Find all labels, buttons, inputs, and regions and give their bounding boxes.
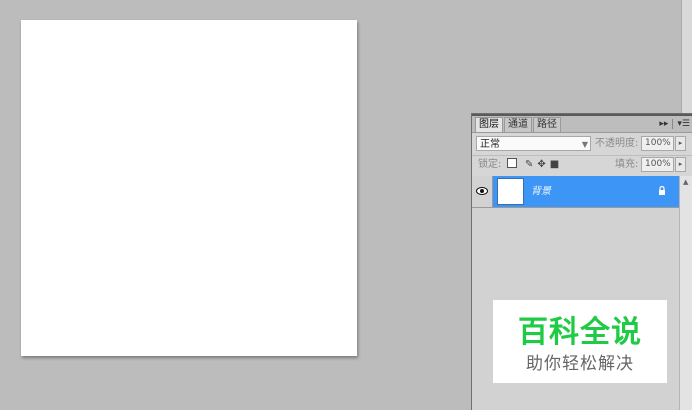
layer-list-scrollbar[interactable]: ▲ <box>679 176 692 410</box>
watermark-logo: 百科全说 助你轻松解决 <box>493 300 667 383</box>
lock-image-brush-icon[interactable]: ✎ <box>525 157 533 172</box>
layer-thumbnail[interactable] <box>497 178 524 205</box>
lock-label: 锁定: <box>478 159 502 170</box>
layer-name[interactable]: 背景 <box>531 176 551 207</box>
lock-transparency-icon[interactable] <box>507 157 521 172</box>
fill-input[interactable]: 100% <box>641 157 674 172</box>
lock-all-icon[interactable]: ■ <box>550 157 559 172</box>
opacity-slider-arrow-icon[interactable]: ▸ <box>675 136 686 151</box>
lock-icon <box>658 185 666 198</box>
blend-mode-value: 正常 <box>480 139 500 150</box>
eye-icon[interactable] <box>472 176 493 207</box>
fill-label: 填充: <box>615 159 639 170</box>
blend-mode-select[interactable]: 正常 ▼ <box>476 136 591 151</box>
tab-paths[interactable]: 路径 <box>533 117 561 132</box>
chevron-down-icon: ▼ <box>581 140 588 149</box>
fill-slider-arrow-icon[interactable]: ▸ <box>675 157 686 172</box>
tab-layers[interactable]: 图层 <box>475 117 503 132</box>
panel-tab-bar: 图层 通道 路径 ▸▸ ▾☰ <box>472 116 692 133</box>
layer-selected-area[interactable]: 背景 <box>493 176 679 207</box>
layer-row[interactable]: 背景 <box>472 176 679 208</box>
blend-mode-row: 正常 ▼ 不透明度: 100% ▸ <box>472 133 692 156</box>
tabbar-divider <box>672 118 674 129</box>
lock-fill-row: 锁定: ✎ ✥ ■ 填充: 100% ▸ <box>472 154 692 177</box>
lock-position-move-icon[interactable]: ✥ <box>537 157 545 172</box>
scroll-up-icon[interactable]: ▲ <box>683 178 688 186</box>
panel-menu-icon[interactable]: ▾☰ <box>677 117 690 131</box>
opacity-input[interactable]: 100% <box>641 136 674 151</box>
document-canvas[interactable] <box>21 20 357 356</box>
watermark-subtitle: 助你轻松解决 <box>526 354 634 374</box>
watermark-title: 百科全说 <box>518 315 642 350</box>
double-chevron-right-icon[interactable]: ▸▸ <box>659 117 668 131</box>
opacity-label: 不透明度: <box>595 138 639 149</box>
tab-channels[interactable]: 通道 <box>504 117 532 132</box>
